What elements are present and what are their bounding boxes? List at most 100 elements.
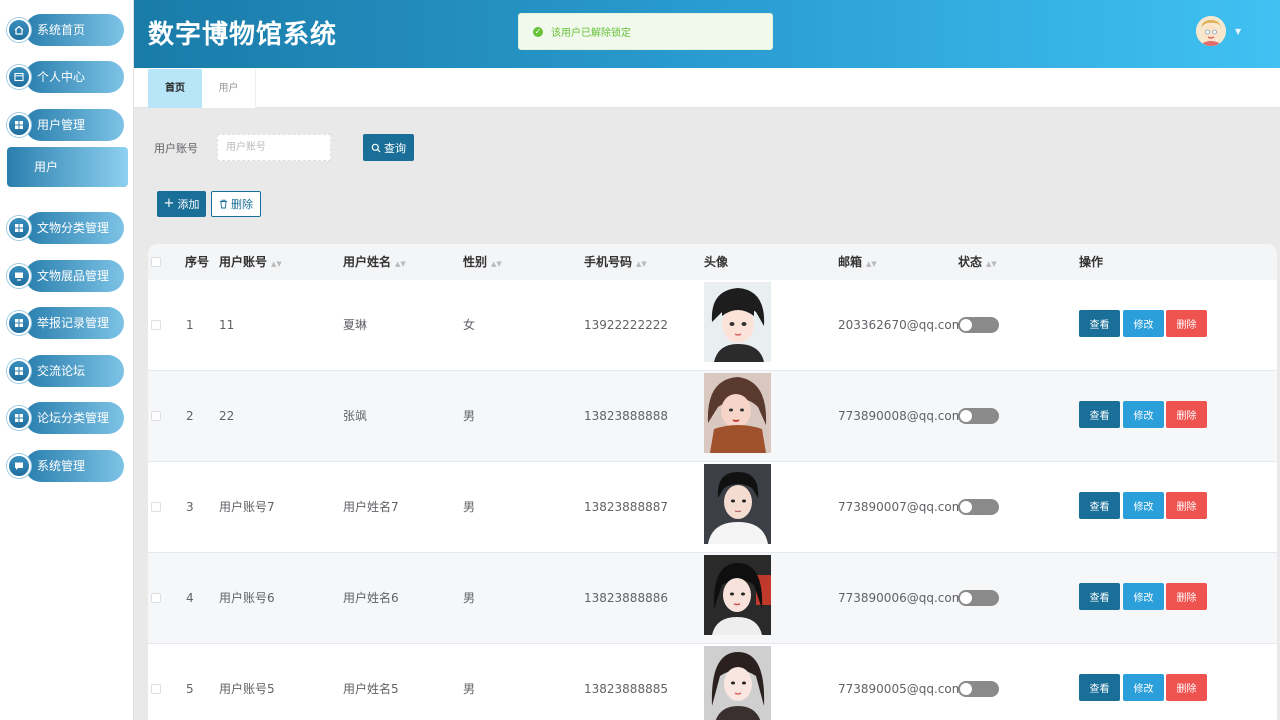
sort-icon[interactable]: ▲▼ bbox=[271, 260, 282, 268]
caret-down-icon[interactable]: ▼ bbox=[1235, 27, 1241, 36]
column-header-actions: 操作 bbox=[1079, 255, 1104, 269]
chat-icon bbox=[7, 454, 31, 478]
view-button[interactable]: 查看 bbox=[1079, 674, 1120, 701]
status-toggle[interactable] bbox=[958, 317, 999, 333]
app-title: 数字博物馆系统 bbox=[148, 20, 338, 50]
cell-email: 773890005@qq.com bbox=[838, 682, 964, 696]
user-photo[interactable] bbox=[704, 555, 771, 635]
search-label: 用户账号 bbox=[154, 142, 198, 155]
select-all-checkbox[interactable] bbox=[151, 257, 161, 267]
user-photo[interactable] bbox=[704, 373, 771, 453]
delete-button[interactable]: 删除 bbox=[1166, 674, 1207, 701]
add-button[interactable]: + 添加 bbox=[157, 191, 206, 217]
sidebar-item-home[interactable]: 系统首页 bbox=[7, 14, 124, 46]
row-checkbox[interactable] bbox=[151, 684, 161, 694]
row-checkbox[interactable] bbox=[151, 502, 161, 512]
row-checkbox[interactable] bbox=[151, 593, 161, 603]
column-header-phone[interactable]: 手机号码 ▲▼ bbox=[584, 244, 647, 280]
sidebar-item-system[interactable]: 系统管理 bbox=[7, 450, 124, 482]
status-toggle[interactable] bbox=[958, 499, 999, 515]
cell-index: 5 bbox=[186, 682, 194, 696]
column-header-email[interactable]: 邮箱 ▲▼ bbox=[838, 244, 877, 280]
toggle-knob bbox=[960, 592, 972, 604]
user-photo[interactable] bbox=[704, 646, 771, 720]
row-checkbox[interactable] bbox=[151, 320, 161, 330]
sort-icon[interactable]: ▲▼ bbox=[636, 260, 647, 268]
cell-account: 用户账号6 bbox=[219, 591, 275, 605]
view-button[interactable]: 查看 bbox=[1079, 310, 1120, 337]
sidebar-item-forum[interactable]: 交流论坛 bbox=[7, 355, 124, 387]
table-row: 5 用户账号5 用户姓名5 男 13823888885 773890005@qq… bbox=[148, 644, 1277, 720]
delete-button[interactable]: 删除 bbox=[1166, 401, 1207, 428]
sort-icon[interactable]: ▲▼ bbox=[866, 260, 877, 268]
sort-icon[interactable]: ▲▼ bbox=[986, 260, 997, 268]
cell-index: 2 bbox=[186, 409, 194, 423]
sidebar-subitem-user[interactable]: 用户 bbox=[7, 147, 128, 187]
column-header-name[interactable]: 用户姓名 ▲▼ bbox=[343, 244, 406, 280]
search-input[interactable] bbox=[217, 134, 331, 161]
user-photo[interactable] bbox=[704, 282, 771, 362]
edit-button[interactable]: 修改 bbox=[1123, 583, 1164, 610]
query-button[interactable]: 查询 bbox=[363, 134, 414, 161]
column-header-index: 序号 bbox=[185, 255, 210, 269]
delete-button[interactable]: 删除 bbox=[1166, 583, 1207, 610]
view-button[interactable]: 查看 bbox=[1079, 583, 1120, 610]
row-checkbox[interactable] bbox=[151, 411, 161, 421]
sidebar-item-label: 论坛分类管理 bbox=[25, 402, 124, 434]
column-header-status[interactable]: 状态 ▲▼ bbox=[958, 244, 997, 280]
cell-account: 用户账号5 bbox=[219, 682, 275, 696]
batch-delete-button[interactable]: 删除 bbox=[211, 191, 261, 217]
tab-bar: 首页 用户 bbox=[134, 68, 1280, 108]
sidebar-item-profile[interactable]: 个人中心 bbox=[7, 61, 124, 93]
cell-email: 773890006@qq.com bbox=[838, 591, 964, 605]
cell-name: 用户姓名5 bbox=[343, 682, 399, 696]
delete-button[interactable]: 删除 bbox=[1166, 492, 1207, 519]
grid-icon bbox=[7, 113, 31, 137]
status-toggle[interactable] bbox=[958, 681, 999, 697]
sidebar-item-relic-category[interactable]: 文物分类管理 bbox=[7, 212, 124, 244]
edit-button[interactable]: 修改 bbox=[1123, 401, 1164, 428]
success-toast: ✓ 该用户已解除锁定 bbox=[518, 13, 773, 50]
cell-index: 4 bbox=[186, 591, 194, 605]
sort-icon[interactable]: ▲▼ bbox=[491, 260, 502, 268]
delete-button[interactable]: 删除 bbox=[1166, 310, 1207, 337]
toast-message: 该用户已解除锁定 bbox=[551, 28, 631, 39]
sidebar-item-forum-category[interactable]: 论坛分类管理 bbox=[7, 402, 124, 434]
sidebar-item-label: 个人中心 bbox=[25, 61, 124, 93]
cell-index: 3 bbox=[186, 500, 194, 514]
cell-gender: 男 bbox=[463, 682, 476, 696]
sort-icon[interactable]: ▲▼ bbox=[395, 260, 406, 268]
toggle-knob bbox=[960, 501, 972, 513]
table-row: 4 用户账号6 用户姓名6 男 13823888886 773890006@qq… bbox=[148, 553, 1277, 644]
status-toggle[interactable] bbox=[958, 408, 999, 424]
view-button[interactable]: 查看 bbox=[1079, 401, 1120, 428]
column-header-gender[interactable]: 性别 ▲▼ bbox=[463, 244, 502, 280]
sidebar-item-exhibit[interactable]: 文物展品管理 bbox=[7, 260, 124, 292]
cell-gender: 男 bbox=[463, 409, 476, 423]
tab-user[interactable]: 用户 bbox=[202, 69, 256, 108]
table-row: 2 22 张飒 男 13823888888 773890008@qq.com 查… bbox=[148, 371, 1277, 462]
trash-icon bbox=[220, 199, 227, 209]
sidebar-item-user-management[interactable]: 用户管理 bbox=[7, 109, 124, 141]
cell-name: 张飒 bbox=[343, 409, 368, 423]
cell-gender: 女 bbox=[463, 318, 476, 332]
toggle-knob bbox=[960, 410, 972, 422]
sidebar: 系统首页 个人中心 用户管理 用户 文物分类管理 文物展品管理 举报记录管理 交… bbox=[0, 0, 134, 720]
view-button[interactable]: 查看 bbox=[1079, 492, 1120, 519]
batch-delete-label: 删除 bbox=[231, 198, 253, 211]
avatar[interactable] bbox=[1196, 16, 1226, 46]
sidebar-item-label: 举报记录管理 bbox=[25, 307, 124, 339]
cell-name: 用户姓名6 bbox=[343, 591, 399, 605]
sidebar-item-label: 文物分类管理 bbox=[25, 212, 124, 244]
tab-home[interactable]: 首页 bbox=[148, 69, 202, 108]
edit-button[interactable]: 修改 bbox=[1123, 310, 1164, 337]
edit-button[interactable]: 修改 bbox=[1123, 492, 1164, 519]
cell-email: 203362670@qq.com bbox=[838, 318, 964, 332]
column-header-account[interactable]: 用户账号 ▲▼ bbox=[219, 244, 282, 280]
sidebar-item-report[interactable]: 举报记录管理 bbox=[7, 307, 124, 339]
user-photo[interactable] bbox=[704, 464, 771, 544]
search-icon bbox=[371, 143, 381, 152]
status-toggle[interactable] bbox=[958, 590, 999, 606]
edit-button[interactable]: 修改 bbox=[1123, 674, 1164, 701]
cell-phone: 13823888885 bbox=[584, 682, 668, 696]
